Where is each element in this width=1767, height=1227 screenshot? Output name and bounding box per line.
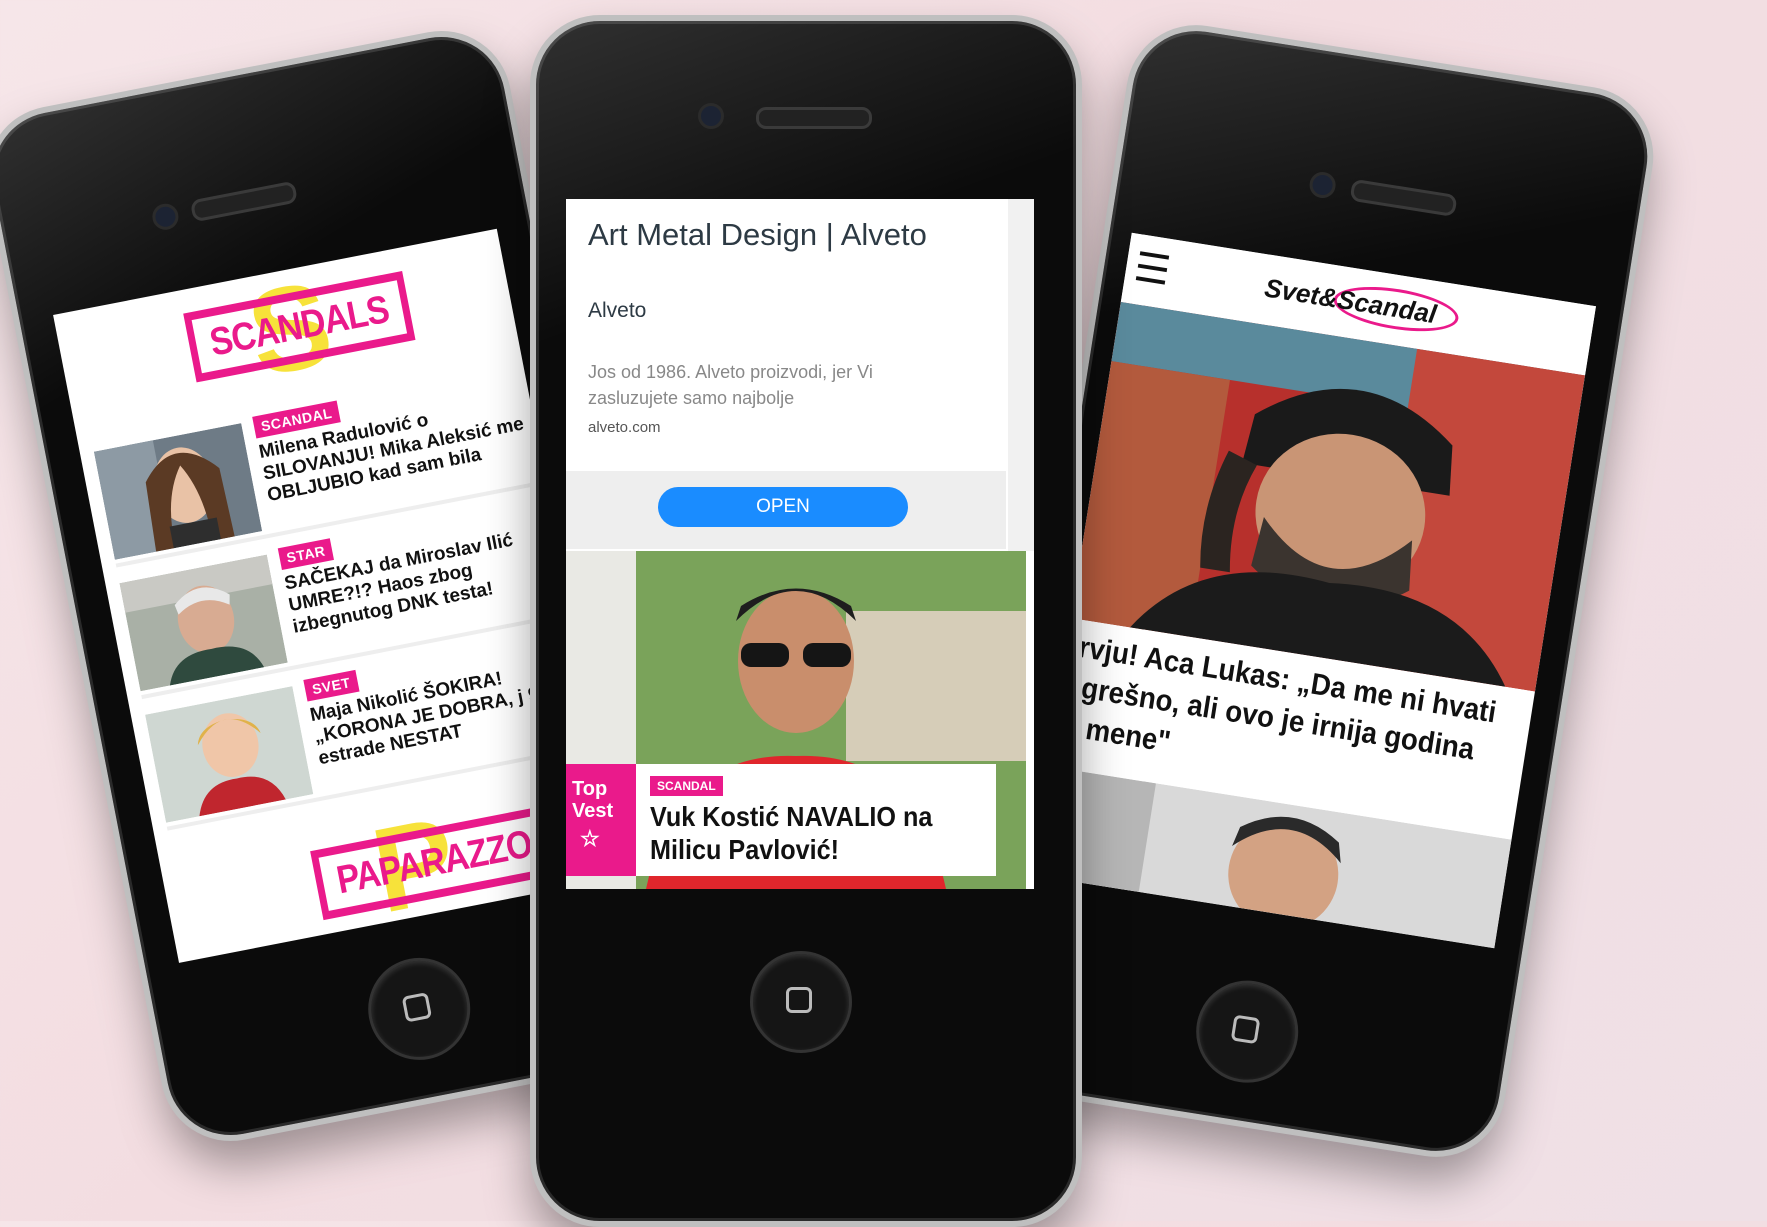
camera-icon xyxy=(1307,170,1338,200)
badge-line: Vest xyxy=(572,800,614,822)
ad-scrollbar[interactable] xyxy=(1008,199,1034,551)
center-screen: Art Metal Design | Alveto Alveto Jos od … xyxy=(566,199,1034,889)
home-square-icon xyxy=(401,992,433,1023)
right-screen: ☰ Svet&Scandal tervju! Aca Lukas: „Da me… xyxy=(1030,232,1596,949)
thumbnail-image xyxy=(119,554,288,692)
camera-icon xyxy=(698,103,724,129)
camera-icon xyxy=(150,201,181,233)
top-vest-badge: Top Vest ☆ xyxy=(566,764,636,876)
hamburger-menu-icon[interactable]: ☰ xyxy=(1131,245,1173,294)
star-icon[interactable]: ☆ xyxy=(572,828,630,850)
ad-title[interactable]: Art Metal Design | Alveto xyxy=(588,217,927,253)
open-button[interactable]: OPEN xyxy=(658,487,908,527)
ad-advertiser: Alveto xyxy=(588,299,647,322)
ad-url[interactable]: alveto.com xyxy=(588,419,661,436)
speaker-grille xyxy=(189,180,299,223)
phone-center: Art Metal Design | Alveto Alveto Jos od … xyxy=(530,15,1082,1227)
home-button[interactable] xyxy=(1188,973,1306,1091)
speaker-grille xyxy=(1349,178,1458,218)
thumbnail-image xyxy=(145,686,314,823)
badge-line: Top xyxy=(572,778,608,800)
hero-title[interactable]: Vuk Kostić NAVALIO na Milicu Pavlović! xyxy=(650,800,956,866)
ad-description: Jos od 1986. Alveto proizvodi, jer Vi za… xyxy=(588,362,873,408)
home-button[interactable] xyxy=(359,949,480,1069)
thumbnail-image xyxy=(93,423,263,560)
home-button[interactable] xyxy=(750,951,852,1053)
hero-card[interactable]: SCANDAL Vuk Kostić NAVALIO na Milicu Pav… xyxy=(636,764,996,876)
category-badge: SCANDAL xyxy=(650,776,723,796)
home-square-icon xyxy=(786,987,812,1013)
speaker-grille xyxy=(756,107,872,129)
home-square-icon xyxy=(1230,1014,1261,1045)
site-logo[interactable]: Svet&Scandal xyxy=(1262,272,1439,330)
